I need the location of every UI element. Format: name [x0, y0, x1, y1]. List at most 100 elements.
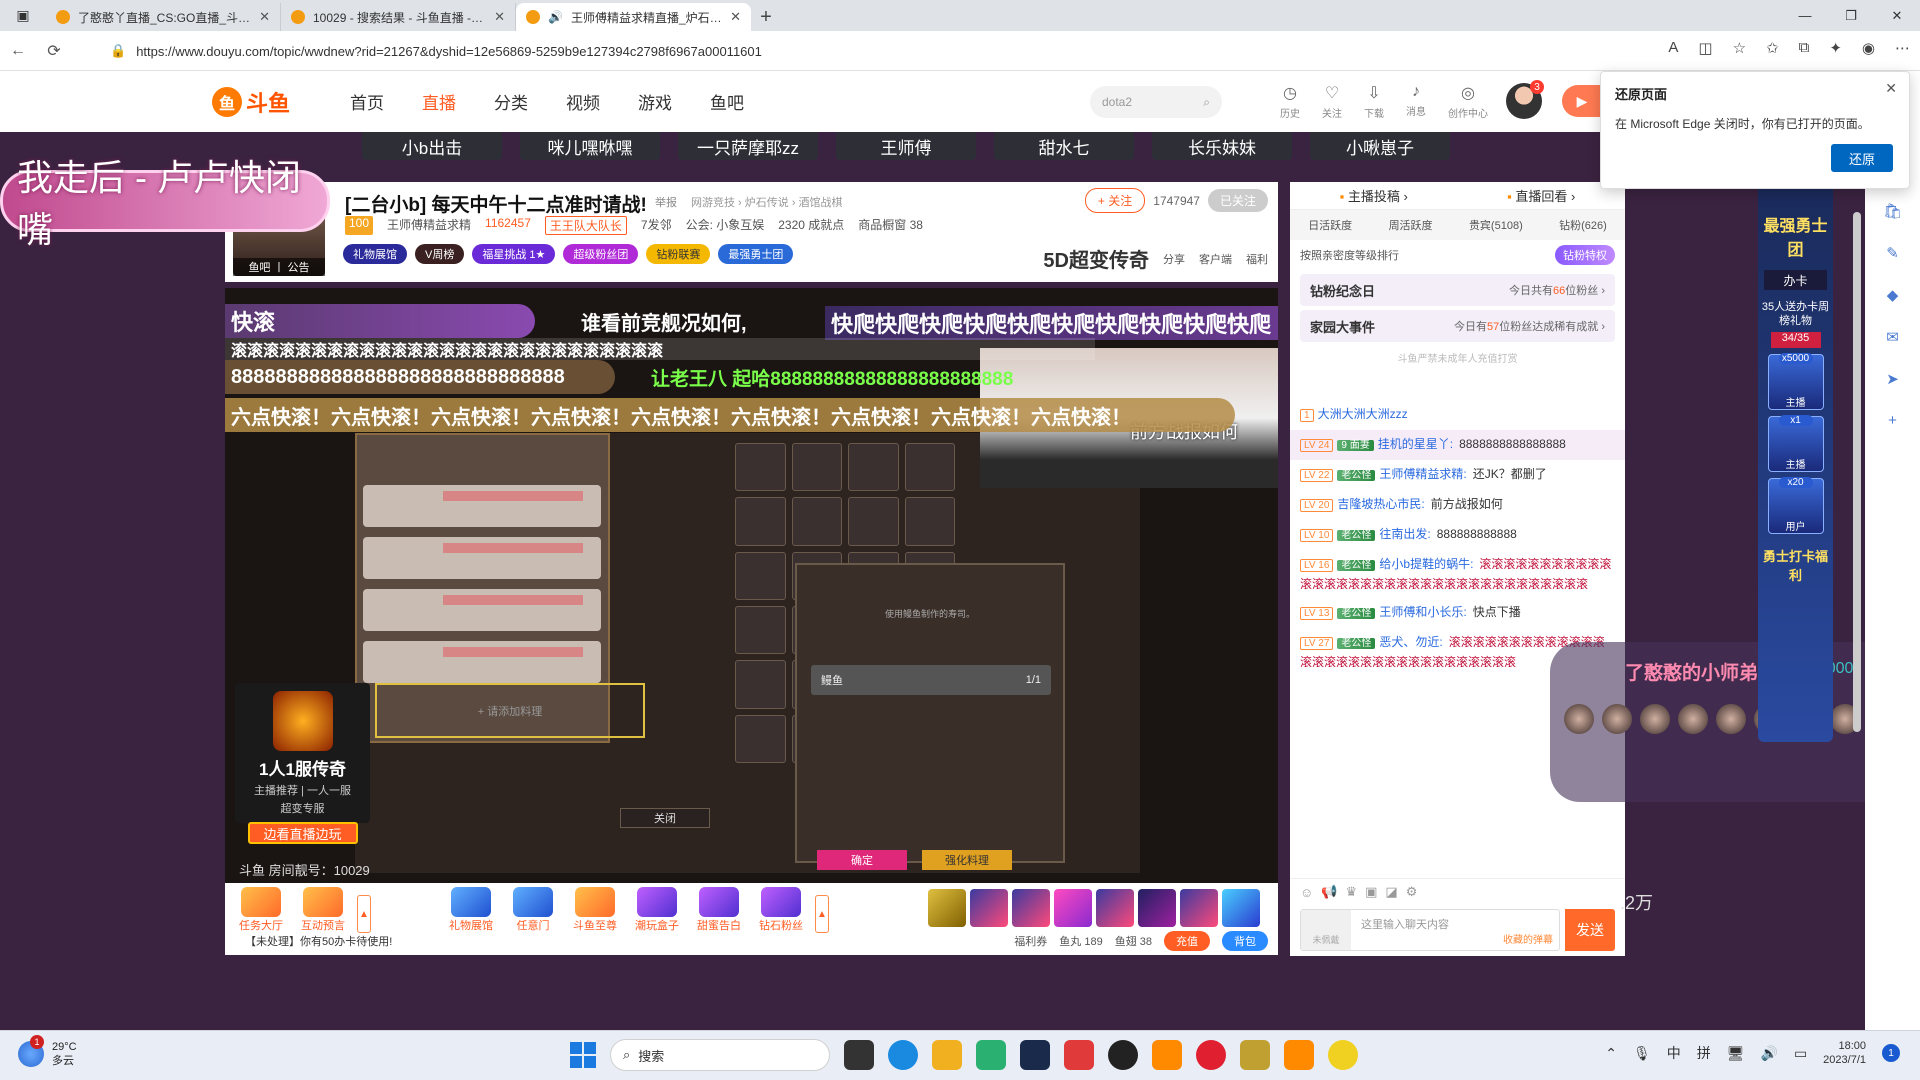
start-live-icon[interactable]: ▶: [1562, 85, 1602, 117]
creator-button[interactable]: ◎ 创作中心: [1448, 83, 1488, 120]
menu-category[interactable]: 分类: [494, 89, 528, 114]
shop-window[interactable]: 商品橱窗 38: [858, 216, 923, 235]
refresh-icon[interactable]: ⟳: [36, 41, 72, 61]
reward-card[interactable]: x1 主播: [1767, 415, 1824, 472]
page-scrollbar[interactable]: [1853, 212, 1861, 732]
chat-username[interactable]: 王师傅和小长乐:: [1379, 605, 1466, 619]
notification-badge[interactable]: 1: [1882, 1044, 1900, 1062]
supreme-button[interactable]: 斗鱼至尊: [567, 887, 623, 933]
gift-hall-button[interactable]: 礼物展馆: [443, 887, 499, 933]
douyu-logo[interactable]: 鱼 斗鱼: [212, 85, 292, 119]
app-icon[interactable]: [1240, 1040, 1270, 1070]
streamer-card[interactable]: 长乐妹妹: [1152, 132, 1292, 160]
tools-icon[interactable]: ✎: [1886, 244, 1899, 262]
tab-close-icon[interactable]: ✕: [730, 9, 741, 25]
follow-button[interactable]: ♡ 关注: [1322, 83, 1342, 120]
weather-widget[interactable]: 1 29°C 多云: [18, 1035, 77, 1068]
chat-input[interactable]: 未佩戴 这里输入聊天内容 收藏的弹幕: [1300, 909, 1560, 951]
chat-message[interactable]: LV 24 9 面妻 挂机的星星丫: 8888888888888888: [1290, 430, 1625, 460]
start-icon[interactable]: [570, 1042, 596, 1068]
avatar-tabs[interactable]: 鱼吧 丨 公告: [233, 258, 325, 276]
tag-warrior-team[interactable]: 最强勇士团: [718, 244, 794, 264]
history-button[interactable]: ◷ 历史: [1280, 83, 1300, 120]
network-icon[interactable]: 🖥: [1727, 1045, 1745, 1062]
tag-gift-hall[interactable]: 礼物展馆: [343, 244, 407, 264]
replay-link[interactable]: 直播回看 ›: [1507, 186, 1575, 205]
horn-icon[interactable]: 📢: [1321, 884, 1337, 900]
streamer-submissions-link[interactable]: 主播投稿 ›: [1340, 186, 1408, 205]
blind-box-button[interactable]: 潮玩盒子: [629, 887, 685, 933]
chat-username[interactable]: 给小b提鞋的蜗牛:: [1379, 557, 1473, 571]
new-tab-button[interactable]: +: [751, 3, 781, 31]
recharge-button[interactable]: 充值: [1164, 931, 1210, 951]
portal-button[interactable]: 任意门: [505, 887, 561, 933]
welfare-link[interactable]: 福利: [1246, 251, 1268, 267]
viewer-avatar[interactable]: [1640, 704, 1670, 734]
gift-item-icon[interactable]: [928, 889, 966, 927]
tag-diamond-league[interactable]: 钻粉联赛: [646, 244, 711, 264]
emoji-icon[interactable]: ☺: [1300, 885, 1313, 900]
crown-icon[interactable]: ♛: [1345, 884, 1357, 900]
prediction-button[interactable]: 互动预言: [295, 887, 351, 933]
warrior-team-panel[interactable]: 最强勇士团 办卡 35人送办卡周榜礼物 34/35 x5000 主播 x1 主播 x…: [1758, 182, 1833, 742]
ime-indicator[interactable]: 中: [1667, 1043, 1681, 1063]
browser-tab-3-active[interactable]: 🔊 王师傅精益求精直播_炉石传说 ✕: [516, 3, 751, 31]
shopping-icon[interactable]: 🛍: [1883, 202, 1902, 220]
app-icon[interactable]: [1064, 1040, 1094, 1070]
split-screen-icon[interactable]: ◫: [1698, 39, 1712, 57]
gift-item-icon[interactable]: [1096, 889, 1134, 927]
menu-game[interactable]: 游戏: [638, 89, 672, 114]
video-player[interactable]: + 请添加料理 关闭 使用鳗鱼制作的寿司。 鳗鱼 1/1 确定 强化料理 前方战…: [225, 288, 1278, 883]
chat-username[interactable]: 吉隆坡热心市民:: [1337, 497, 1424, 511]
extensions-icon[interactable]: ✦: [1829, 39, 1842, 57]
saved-danmaku-link[interactable]: 收藏的弹幕: [1503, 931, 1553, 946]
douyu-icon[interactable]: [1284, 1040, 1314, 1070]
gift-item-icon[interactable]: [1054, 889, 1092, 927]
viewer-avatar[interactable]: [1678, 704, 1708, 734]
fan-badge-slot[interactable]: 未佩戴: [1301, 910, 1351, 950]
tag-v-weekly[interactable]: V周榜: [415, 244, 465, 264]
outlook-icon[interactable]: ✉: [1886, 328, 1899, 346]
settings-icon[interactable]: ⚙: [1406, 884, 1418, 900]
reward-card[interactable]: x20 用户: [1767, 477, 1824, 534]
tag-super-fans[interactable]: 超级粉丝团: [563, 244, 639, 264]
streamer-card[interactable]: 一只萨摩耶zz: [678, 132, 818, 160]
search-icon[interactable]: ⌕: [1203, 95, 1210, 110]
gift-item-icon[interactable]: [1180, 889, 1218, 927]
tab-weekly[interactable]: 周活跃度: [1389, 217, 1433, 233]
viewer-avatar[interactable]: [1716, 704, 1746, 734]
clock[interactable]: 18:00 2023/7/1: [1823, 1039, 1866, 1067]
promo-play-button[interactable]: 边看直播边玩: [247, 822, 358, 844]
chat-message[interactable]: LV 16 老公怪 给小b提鞋的蜗牛: 滚滚滚滚滚滚滚滚滚滚滚滚滚滚滚滚滚滚滚滚滚滚滚…: [1290, 550, 1625, 598]
app-icon[interactable]: [1328, 1040, 1358, 1070]
expand-gifts-icon[interactable]: ▲: [357, 895, 371, 933]
client-link[interactable]: 客户端: [1199, 251, 1232, 267]
chat-message[interactable]: LV 13 老公怪 王师傅和小长乐: 快点下播: [1290, 598, 1625, 628]
chat-username[interactable]: 恶犬、勿近:: [1379, 635, 1442, 649]
fans-club[interactable]: 7发邻: [641, 216, 672, 235]
tab-diamond[interactable]: 钻粉(626): [1559, 217, 1607, 233]
chat-message[interactable]: LV 10 老公怪 往南出发: 888888888888: [1290, 520, 1625, 550]
task-hall-button[interactable]: 任务大厅: [233, 887, 289, 933]
gift-item-icon[interactable]: [1222, 889, 1260, 927]
streamer-card[interactable]: 小b出击: [362, 132, 502, 160]
browser-tab-1[interactable]: 了憨憨丫直播_CS:GO直播_斗鱼直播 ✕: [46, 3, 281, 31]
ime-mode[interactable]: 拼: [1697, 1043, 1711, 1063]
message-icon[interactable]: ◪: [1385, 884, 1397, 900]
achievement-score[interactable]: 2320 成就点: [778, 216, 844, 235]
volume-icon[interactable]: 🔊: [1761, 1045, 1778, 1062]
follow-button[interactable]: + 关注: [1084, 188, 1146, 213]
reward-card[interactable]: x5000 主播: [1767, 353, 1824, 410]
streamer-card[interactable]: 甜水七: [994, 132, 1134, 160]
diamond-privilege-button[interactable]: 钻粉特权: [1555, 245, 1615, 265]
menu-video[interactable]: 视频: [566, 89, 600, 114]
game-ad-promo[interactable]: 1人1服传奇 主播推荐 | 一人一服 超变专服 边看直播边玩: [235, 683, 370, 844]
diamond-fans-button[interactable]: 钻石粉丝: [753, 887, 809, 933]
report-link[interactable]: 举报: [655, 194, 677, 210]
bag-button[interactable]: 背包: [1222, 931, 1268, 951]
fan-badge-icon[interactable]: ▣: [1365, 884, 1377, 900]
read-aloud-icon[interactable]: A: [1668, 39, 1678, 57]
followed-button[interactable]: 已关注: [1207, 189, 1268, 212]
diamond-anniversary[interactable]: 钻粉纪念日 今日共有66位粉丝 ›: [1300, 274, 1615, 306]
menu-yuba[interactable]: 鱼吧: [710, 89, 744, 114]
